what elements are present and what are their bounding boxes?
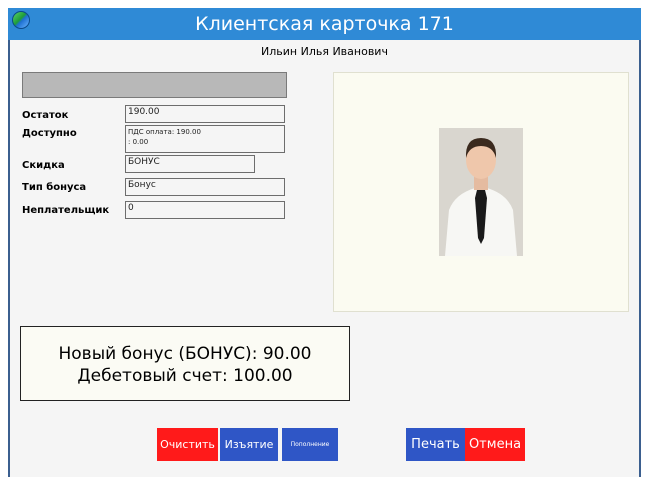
field-dostupno[interactable]: ПДС оплата: 190.00 : 0.00: [125, 125, 285, 153]
field-ostatok[interactable]: 190.00: [125, 105, 285, 123]
client-photo: [439, 128, 523, 256]
label-neplatelshchik: Неплательщик: [22, 205, 110, 216]
app-logo-icon: [12, 11, 30, 29]
label-dostupno: Доступно: [22, 128, 77, 139]
debit-account-text: Дебетовый счет: 100.00: [77, 366, 293, 386]
field-neplatelshchik[interactable]: 0: [125, 201, 285, 219]
client-portrait-icon: [439, 128, 523, 256]
topup-button[interactable]: Пополнение: [282, 428, 338, 461]
cancel-button[interactable]: Отмена: [465, 428, 525, 461]
title-bar: Клиентская карточка 171: [8, 8, 641, 40]
status-bar: [22, 72, 287, 98]
print-button[interactable]: Печать: [406, 428, 465, 461]
field-tip-bonusa[interactable]: Бонус: [125, 178, 285, 196]
field-skidka[interactable]: БОНУС: [125, 155, 255, 173]
withdraw-button[interactable]: Изъятие: [220, 428, 278, 461]
clear-button[interactable]: Очистить: [157, 428, 218, 461]
label-tip-bonusa: Тип бонуса: [22, 182, 87, 193]
label-ostatok: Остаток: [22, 110, 69, 121]
client-name: Ильин Илья Иванович: [261, 45, 388, 58]
label-skidka: Скидка: [22, 160, 65, 171]
new-bonus-text: Новый бонус (БОНУС): 90.00: [58, 344, 312, 364]
bonus-summary-box: Новый бонус (БОНУС): 90.00 Дебетовый сче…: [20, 326, 350, 401]
window-title: Клиентская карточка 171: [195, 13, 454, 35]
